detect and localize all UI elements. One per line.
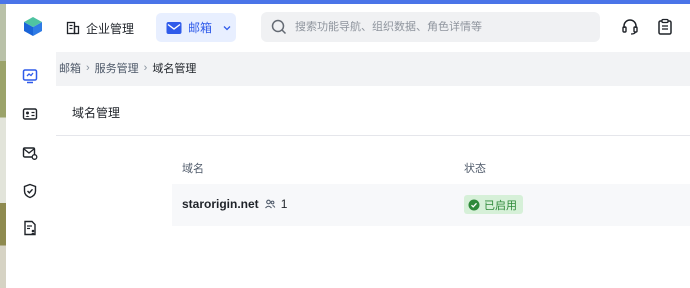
top-bar: 企业管理 邮箱 — [6, 4, 690, 52]
breadcrumb-separator-icon: › — [143, 62, 148, 74]
document-user-icon — [24, 220, 36, 236]
domain-cell: starorigin.net 1 — [182, 197, 287, 211]
product-switcher-mail[interactable]: 邮箱 — [156, 13, 236, 42]
sidebar-item-dashboard[interactable] — [20, 66, 40, 86]
mail-settings-icon — [22, 147, 38, 160]
column-header-status: 状态 — [464, 163, 486, 175]
dashboard-icon — [22, 69, 38, 84]
status-badge: 已启用 — [464, 195, 523, 214]
sidebar-item-mail-settings[interactable] — [20, 143, 40, 163]
sidebar-item-contacts[interactable] — [20, 104, 40, 124]
headset-icon — [622, 19, 638, 35]
breadcrumb: 邮箱 › 服务管理 › 域名管理 — [59, 60, 196, 76]
global-search[interactable] — [261, 12, 600, 42]
title-divider — [56, 135, 690, 136]
member-count: 1 — [280, 197, 288, 211]
shield-check-icon — [23, 183, 37, 199]
domain-management-panel: 域名管理 域名 状态 starorigin.net 1 已启用 — [56, 86, 690, 288]
chevron-down-icon — [223, 25, 231, 30]
mail-icon — [166, 21, 182, 34]
customer-service-button[interactable] — [619, 16, 641, 38]
column-header-domain: 域名 — [182, 163, 204, 175]
app-logo-icon[interactable] — [22, 16, 44, 38]
breadcrumb-separator-icon: › — [86, 62, 90, 74]
search-input[interactable] — [295, 21, 585, 33]
members-icon — [264, 199, 275, 209]
page-title: 域名管理 — [72, 106, 121, 120]
building-icon — [66, 21, 80, 35]
contact-card-icon — [22, 108, 38, 120]
enterprise-label: 企业管理 — [86, 21, 135, 36]
sidebar-item-audit[interactable] — [20, 218, 40, 238]
breadcrumb-item-current: 域名管理 — [152, 63, 197, 75]
breadcrumb-item-mail[interactable]: 邮箱 — [59, 60, 81, 76]
clipboard-icon — [658, 18, 672, 35]
breadcrumb-item-service[interactable]: 服务管理 — [95, 60, 139, 76]
sidebar — [6, 52, 56, 288]
domain-name: starorigin.net — [182, 197, 259, 211]
product-label: 邮箱 — [188, 21, 213, 35]
sidebar-item-security[interactable] — [20, 181, 40, 201]
check-circle-icon — [468, 199, 480, 210]
tasks-button[interactable] — [654, 16, 676, 38]
table-row[interactable]: starorigin.net 1 已启用 — [172, 184, 690, 226]
status-label: 已启用 — [484, 199, 517, 212]
enterprise-admin-link[interactable]: 企业管理 — [66, 16, 134, 40]
search-icon — [271, 19, 287, 35]
